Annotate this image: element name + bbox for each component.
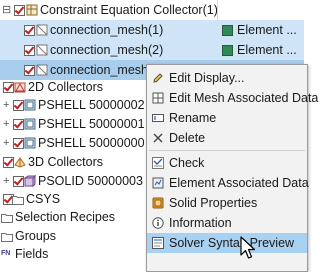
tree-row-label: Fields: [15, 247, 49, 261]
menu-item-element-associated-data[interactable]: Element Associated Data: [147, 173, 309, 193]
visibility-checkbox[interactable]: [3, 82, 14, 93]
folder-icon: [1, 233, 13, 242]
menu-item-edit-mesh-associated-data[interactable]: Edit Mesh Associated Data: [147, 88, 318, 108]
element-color-swatch: [222, 45, 233, 56]
menu-item-delete[interactable]: Delete: [147, 128, 307, 148]
menu-item-label: Information: [169, 216, 232, 230]
element-type-label: Element ...: [237, 43, 297, 57]
2d-collector-icon: [14, 82, 26, 93]
psolid-icon: [24, 175, 36, 187]
tree-row-label: PSHELL 50000001: [38, 117, 145, 131]
menu-item-label: Delete: [169, 131, 206, 145]
expand-icon[interactable]: +: [3, 99, 9, 111]
mouse-cursor-icon: [240, 236, 256, 259]
tree-row-label: Selection Recipes: [15, 210, 116, 224]
expand-icon[interactable]: +: [3, 137, 9, 149]
tree-row-label: 3D Collectors: [28, 155, 104, 169]
menu-item-label: Solid Properties: [169, 196, 258, 210]
delete-x-icon: [153, 133, 163, 143]
menu-item-label: Solver Syntax Preview: [169, 236, 295, 250]
visibility-checkbox[interactable]: [14, 5, 25, 16]
visibility-checkbox[interactable]: [3, 157, 14, 168]
tree-row-label: PSOLID 50000003: [38, 174, 143, 188]
pencil-icon: [153, 73, 163, 83]
visibility-checkbox[interactable]: [13, 176, 24, 187]
menu-item-solid-properties[interactable]: Solid Properties: [147, 193, 307, 213]
tree-row-label: Groups: [15, 229, 56, 243]
visibility-checkbox[interactable]: [24, 65, 35, 76]
menu-item-edit-display[interactable]: Edit Display...: [147, 68, 307, 88]
menu-item-label: Edit Display...: [169, 71, 245, 85]
tree-row-constraint-collector[interactable]: ⊟ Constraint Equation Collector(1): [0, 0, 304, 20]
collector-icon: [26, 4, 38, 16]
solver-syntax-preview-icon: [152, 237, 164, 249]
element-data-icon: [152, 177, 164, 189]
3d-collector-icon: [14, 157, 26, 168]
folder-icon: [1, 214, 13, 223]
collapse-icon[interactable]: ⊟: [2, 4, 11, 16]
mesh-icon: [36, 24, 48, 36]
tree-row-connection-mesh-1[interactable]: connection_mesh(1) Element ...: [0, 20, 304, 40]
tree-row-label: connection_mesh(1): [50, 23, 164, 37]
menu-item-information[interactable]: Information: [147, 213, 307, 233]
mesh-icon: [36, 44, 48, 56]
tree-row-label: PSHELL 50000002: [38, 98, 145, 112]
mesh-data-icon: [152, 92, 164, 104]
menu-separator: [149, 150, 305, 151]
solid-properties-icon: [152, 197, 164, 209]
pshell-icon: [24, 118, 36, 130]
tree-row-label: PSHELL 50000000: [38, 136, 145, 150]
visibility-checkbox[interactable]: [13, 138, 24, 149]
visibility-checkbox[interactable]: [24, 25, 35, 36]
pshell-icon: [24, 137, 36, 149]
visibility-checkbox[interactable]: [24, 45, 35, 56]
context-menu: Edit Display... Edit Mesh Associated Dat…: [146, 64, 318, 272]
tree-row-label: Constraint Equation Collector(1): [40, 3, 218, 17]
rename-icon: [152, 114, 164, 122]
element-color-swatch: [222, 25, 233, 36]
tree-row-label: connection_mesh(2): [50, 43, 164, 57]
menu-item-check[interactable]: Check: [147, 153, 307, 173]
visibility-checkbox[interactable]: [13, 119, 24, 130]
expand-icon[interactable]: +: [3, 175, 9, 187]
fields-icon: FN: [1, 250, 11, 257]
menu-item-label: Edit Mesh Associated Data: [169, 91, 319, 105]
menu-item-solver-syntax-preview[interactable]: Solver Syntax Preview: [147, 233, 307, 253]
menu-item-label: Rename: [169, 111, 217, 125]
visibility-checkbox[interactable]: [13, 100, 24, 111]
information-icon: [152, 217, 164, 229]
menu-item-rename[interactable]: Rename: [147, 108, 307, 128]
check-icon: [152, 157, 164, 169]
folder-icon: [12, 196, 24, 205]
mesh-icon: [36, 64, 48, 76]
tree-row-label: 2D Collectors: [28, 80, 104, 94]
menu-item-label: Element Associated Data: [169, 176, 309, 190]
menu-item-label: Check: [169, 156, 205, 170]
element-type-label: Element ...: [237, 23, 297, 37]
tree-row-connection-mesh-2[interactable]: connection_mesh(2) Element ...: [0, 40, 304, 60]
tree-row-label: CSYS: [26, 192, 61, 206]
pshell-icon: [24, 99, 36, 111]
expand-icon[interactable]: +: [3, 118, 9, 130]
